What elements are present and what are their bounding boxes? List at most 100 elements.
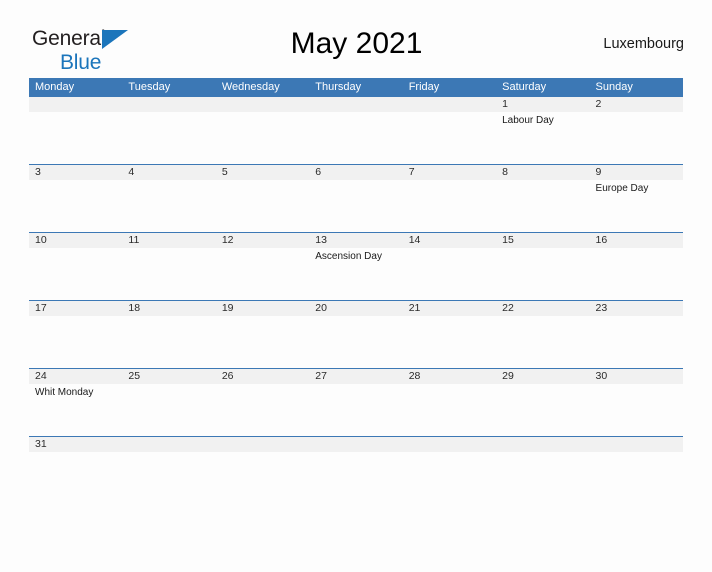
day-number: [128, 97, 215, 112]
day-number: 17: [35, 302, 47, 314]
day-number: [502, 437, 589, 452]
page-title: May 2021: [290, 27, 423, 60]
day-cell[interactable]: 9 Europe Day: [589, 165, 683, 232]
holiday-label: Labour Day: [502, 115, 554, 126]
day-cell[interactable]: 26: [215, 369, 310, 436]
day-number: [409, 97, 496, 112]
day-number: 14: [408, 234, 421, 246]
week-row: 3 4 5 6 7 8 9 Europe Day: [29, 164, 683, 232]
day-cell[interactable]: 15: [496, 233, 590, 300]
day-cell[interactable]: 11: [122, 233, 216, 300]
day-cell[interactable]: 5: [215, 165, 310, 232]
day-cell-empty: [122, 97, 216, 164]
week-days: 3 4 5 6 7 8 9 Europe Day: [29, 165, 683, 232]
day-number: [315, 437, 402, 452]
day-number: 30: [595, 370, 608, 382]
day-cell[interactable]: 3: [29, 165, 123, 232]
day-number: 28: [408, 370, 421, 382]
day-number: 22: [502, 302, 514, 314]
weekday-sunday: Sunday: [595, 81, 633, 93]
weekday-thursday: Thursday: [315, 81, 362, 93]
day-number: 31: [35, 438, 47, 450]
day-cell[interactable]: 22: [496, 301, 590, 368]
holiday-label: Ascension Day: [315, 251, 382, 262]
week-days: 31: [29, 437, 683, 459]
day-number: 15: [502, 234, 514, 246]
week-row: 17 18 19 20 21 22 23: [29, 300, 683, 368]
day-cell[interactable]: 1 Labour Day: [496, 97, 590, 164]
weekday-wednesday: Wednesday: [221, 81, 280, 93]
day-cell[interactable]: 16: [589, 233, 683, 300]
day-number: 26: [221, 370, 234, 382]
week-days: 24 Whit Monday 25 26 27 28 29 30: [29, 369, 683, 436]
day-number: [409, 437, 496, 452]
day-number: [222, 437, 309, 452]
day-cell[interactable]: 13 Ascension Day: [309, 233, 403, 300]
day-cell[interactable]: 19: [215, 301, 310, 368]
day-number: 24: [35, 370, 47, 382]
day-cell-empty: [496, 437, 590, 459]
calendar-grid: Monday Tuesday Wednesday Thursday Friday…: [29, 78, 683, 459]
day-number: 6: [315, 166, 322, 178]
day-number: 20: [315, 302, 327, 314]
day-cell[interactable]: 14: [402, 233, 497, 300]
day-number: 23: [595, 302, 608, 314]
country-label: Luxembourg: [603, 36, 684, 52]
day-number: 8: [502, 166, 508, 178]
day-cell[interactable]: 31: [29, 437, 123, 459]
weekday-saturday: Saturday: [502, 81, 547, 93]
weekday-monday: Monday: [35, 81, 75, 93]
day-cell[interactable]: 23: [589, 301, 683, 368]
day-cell[interactable]: 29: [496, 369, 590, 436]
day-number: [596, 437, 683, 452]
day-cell[interactable]: 10: [29, 233, 123, 300]
week-row: 31: [29, 436, 683, 459]
day-cell[interactable]: 4: [122, 165, 216, 232]
holiday-label: Europe Day: [595, 183, 649, 194]
day-number: 10: [35, 234, 47, 246]
day-number: 11: [128, 234, 140, 246]
day-cell[interactable]: 24 Whit Monday: [29, 369, 123, 436]
day-number: 1: [502, 98, 508, 110]
day-cell[interactable]: 6: [309, 165, 403, 232]
day-number: 29: [502, 370, 514, 382]
week-days: 10 11 12 13 Ascension Day 14 15 16: [29, 233, 683, 300]
day-number: 2: [595, 98, 602, 110]
day-number: 21: [408, 302, 421, 314]
day-number: [315, 97, 402, 112]
day-cell[interactable]: 21: [402, 301, 497, 368]
day-cell-empty: [309, 97, 403, 164]
day-cell[interactable]: 18: [122, 301, 216, 368]
week-days: 1 Labour Day 2: [29, 97, 683, 164]
day-cell-empty: [589, 437, 683, 459]
day-cell[interactable]: 8: [496, 165, 590, 232]
week-days: 17 18 19 20 21 22 23: [29, 301, 683, 368]
page-header: General Blue May 2021 Luxembourg: [29, 22, 684, 78]
day-number: 13: [315, 234, 327, 246]
day-cell-empty: [402, 437, 497, 459]
day-cell[interactable]: 30: [589, 369, 683, 436]
day-cell-empty: [29, 97, 123, 164]
day-number: 7: [408, 166, 415, 178]
week-row: 24 Whit Monday 25 26 27 28 29 30: [29, 368, 683, 436]
weekday-header-row: Monday Tuesday Wednesday Thursday Friday…: [29, 78, 683, 97]
day-cell[interactable]: 12: [215, 233, 310, 300]
weekday-tuesday: Tuesday: [128, 81, 171, 93]
day-number: 3: [35, 166, 41, 178]
day-cell[interactable]: 17: [29, 301, 123, 368]
day-cell[interactable]: 20: [309, 301, 403, 368]
day-number: [222, 97, 309, 112]
day-cell[interactable]: 2: [589, 97, 683, 164]
day-number: [35, 97, 122, 112]
day-cell[interactable]: 28: [402, 369, 497, 436]
day-number: [128, 437, 215, 452]
week-row: 10 11 12 13 Ascension Day 14 15 16: [29, 232, 683, 300]
day-number: 27: [315, 370, 327, 382]
day-number: 25: [128, 370, 141, 382]
day-cell-empty: [122, 437, 216, 459]
holiday-label: Whit Monday: [35, 387, 94, 398]
day-cell[interactable]: 7: [402, 165, 497, 232]
day-cell[interactable]: 25: [122, 369, 216, 436]
day-cell[interactable]: 27: [309, 369, 403, 436]
weekday-friday: Friday: [408, 81, 440, 93]
